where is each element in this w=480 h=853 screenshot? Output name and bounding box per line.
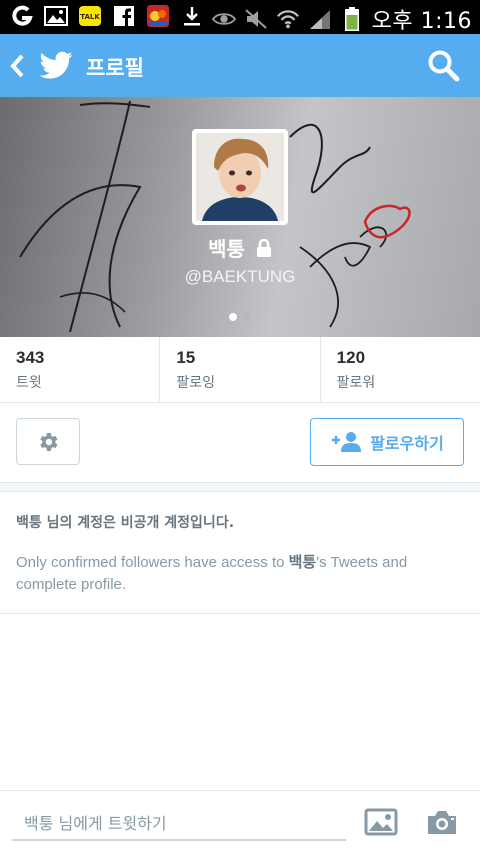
avatar[interactable] — [192, 129, 288, 225]
lock-icon — [256, 238, 271, 257]
stat-label: 팔로워 — [336, 375, 376, 391]
avatar-photo — [196, 133, 284, 221]
add-user-icon — [332, 432, 362, 452]
facebook-icon — [112, 4, 136, 28]
gear-icon — [40, 432, 58, 451]
battery-icon — [340, 7, 364, 31]
page-dot-active[interactable] — [229, 313, 237, 321]
profile-banner: 백퉁 @BAEKTUNG — [0, 97, 480, 337]
g-app-icon — [10, 4, 34, 28]
photo-icon[interactable] — [364, 807, 398, 837]
stat-label: 팔로잉 — [176, 375, 215, 391]
protected-title: 백퉁 님의 계정은 비공개 계정입니다. — [16, 515, 235, 531]
mute-icon — [244, 7, 268, 31]
eye-icon — [211, 7, 236, 31]
stat-value: 343 — [16, 348, 45, 367]
wifi-icon — [276, 7, 300, 31]
twitter-bird-icon[interactable] — [38, 48, 74, 84]
stat-following[interactable]: 15 팔로잉 — [160, 337, 321, 402]
page-indicator — [229, 313, 251, 321]
signal-icon — [308, 7, 332, 31]
follow-button[interactable]: 팔로우하기 — [310, 418, 464, 466]
tweet-composer: 백퉁 님에게 트윗하기 — [0, 790, 480, 853]
gallery-icon — [44, 4, 68, 28]
stat-value: 15 — [176, 348, 196, 367]
svg-text:TALK: TALK — [80, 13, 100, 21]
follow-label: 팔로우하기 — [370, 434, 444, 453]
settings-button[interactable] — [16, 418, 80, 465]
status-bar: TALK 오후 1:16 — [0, 0, 480, 34]
back-chevron-icon[interactable] — [8, 52, 28, 80]
section-divider — [0, 483, 480, 492]
camera-icon[interactable] — [425, 807, 459, 837]
page-title: 프로필 — [86, 56, 144, 80]
status-time: 오후 1:16 — [371, 9, 472, 34]
protected-account-notice: 백퉁 님의 계정은 비공개 계정입니다. Only confirmed foll… — [0, 492, 480, 614]
protected-body: Only confirmed followers have access to … — [16, 554, 408, 593]
tweet-input[interactable]: 백퉁 님에게 트윗하기 — [12, 809, 346, 841]
app-bar: 프로필 — [0, 34, 480, 97]
profile-handle: @BAEKTUNG — [184, 267, 296, 286]
stat-value: 120 — [336, 348, 366, 367]
stat-tweets[interactable]: 343 트윗 — [0, 337, 161, 402]
stat-followers[interactable]: 120 팔로워 — [321, 337, 480, 402]
page-dot[interactable] — [243, 313, 251, 321]
search-icon[interactable] — [426, 48, 460, 82]
profile-name: 백퉁 — [0, 233, 480, 262]
stat-label: 트윗 — [16, 375, 42, 391]
profile-actions: 팔로우하기 — [0, 403, 480, 483]
game-icon — [146, 4, 170, 28]
profile-stats: 343 트윗 15 팔로잉 120 팔로워 — [0, 337, 480, 403]
kakaotalk-icon: TALK — [78, 4, 102, 28]
download-icon — [180, 4, 204, 28]
